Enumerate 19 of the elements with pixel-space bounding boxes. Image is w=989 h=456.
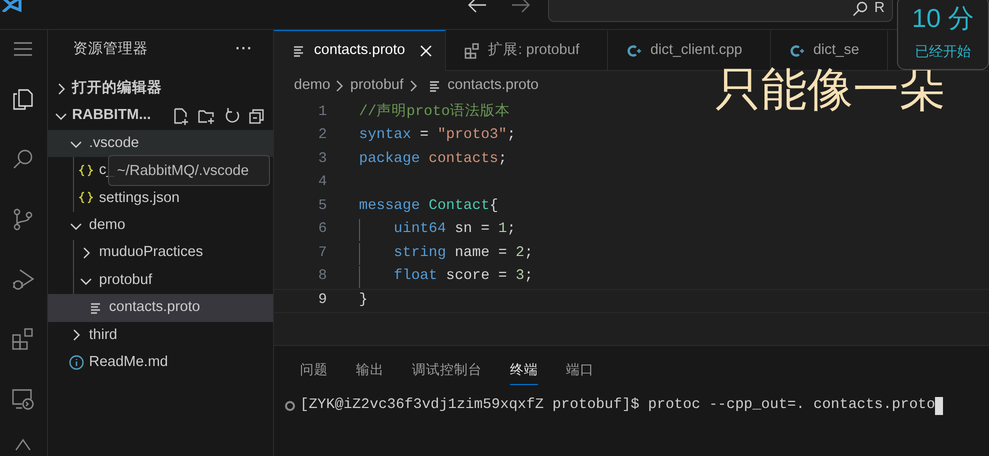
terminal-line: [ZYK@iZ2vc36f3vdj1zim59xqxfZ protobuf]$ protoc --cpp_out=. contacts.proto bbox=[300, 396, 936, 416]
line-number: 3 bbox=[317, 150, 327, 169]
code-line: message Contact{ bbox=[359, 196, 498, 216]
timer-value: 10 分 bbox=[910, 5, 976, 31]
line-number: 2 bbox=[317, 126, 327, 146]
line-number: 5 bbox=[317, 196, 327, 216]
code-line: } bbox=[359, 290, 368, 310]
sidebar-title: 资源管理器 bbox=[73, 40, 148, 60]
code-line: package contacts; bbox=[359, 150, 507, 169]
timer-status: 已经开始 bbox=[914, 42, 972, 61]
line-number: 6 bbox=[317, 220, 327, 240]
line-number: 9 bbox=[317, 290, 327, 310]
search-text: R bbox=[874, 1, 885, 18]
line-number: 7 bbox=[317, 244, 327, 263]
code-line: syntax = "proto3"; bbox=[359, 126, 516, 146]
line-number: 8 bbox=[317, 267, 327, 286]
line-number: 1 bbox=[317, 102, 327, 122]
line-number: 4 bbox=[317, 173, 327, 192]
code-line: //声明proto语法版本 bbox=[359, 102, 510, 122]
